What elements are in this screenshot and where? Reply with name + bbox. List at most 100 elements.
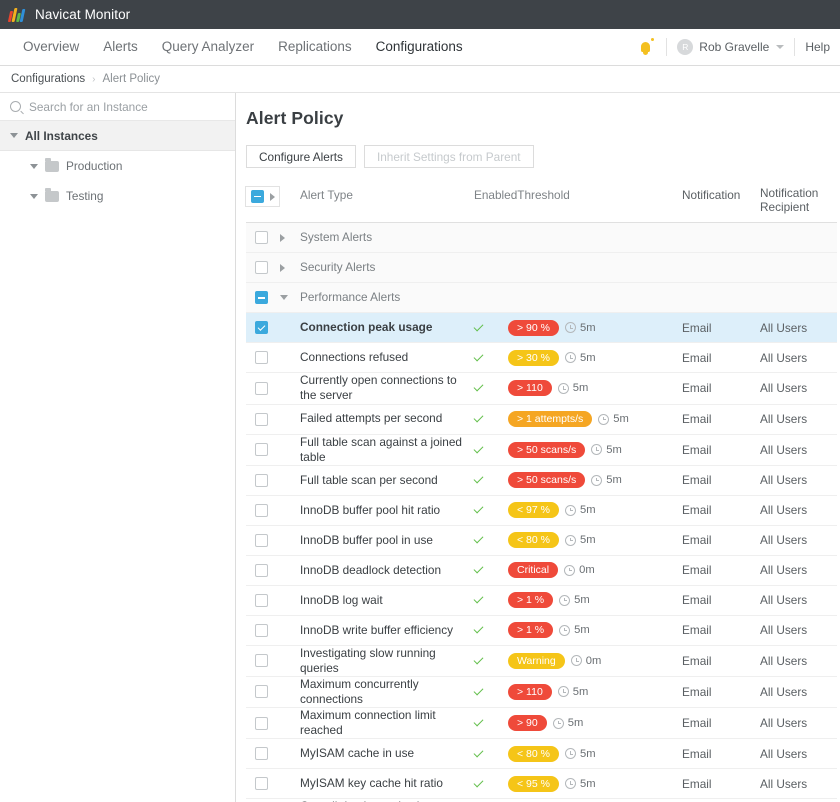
breadcrumb-configurations[interactable]: Configurations <box>11 73 85 85</box>
threshold-badge[interactable]: < 97 % <box>508 502 559 519</box>
table-row[interactable]: MyISAM key cache hit ratio < 95 % 5m Email A… <box>246 769 837 800</box>
table-row[interactable]: Investigating slow running queries Warnin… <box>246 646 837 677</box>
threshold-badge[interactable]: > 110 <box>508 380 552 397</box>
table-row[interactable]: InnoDB log wait > 1 % 5m Email All Users <box>246 586 837 616</box>
nav-right-group: R Rob Gravelle Help <box>634 36 840 58</box>
expand-all-icon[interactable] <box>270 192 275 201</box>
table-row[interactable]: Connection peak usage > 90 % 5m Email All Us… <box>246 313 837 344</box>
column-header-alert-type: Alert Type <box>300 188 353 202</box>
table-row[interactable]: Currently open connections to the server… <box>246 373 837 405</box>
table-group-row-system-alerts[interactable]: System Alerts <box>246 223 837 254</box>
row-checkbox[interactable] <box>255 412 268 426</box>
clock-icon <box>591 444 603 456</box>
row-checkbox[interactable] <box>255 593 268 607</box>
table-row[interactable]: Maximum concurrently connections > 110 5m E… <box>246 677 837 709</box>
threshold-badge[interactable]: Warning <box>508 652 565 669</box>
threshold-badge[interactable]: > 1 % <box>508 592 554 609</box>
notification-recipient-value: All Users <box>760 623 808 638</box>
expand-icon[interactable] <box>280 233 285 242</box>
threshold-badge[interactable]: < 95 % <box>508 775 559 792</box>
notification-value: Email <box>682 563 712 578</box>
chevron-down-icon[interactable] <box>776 45 785 49</box>
notification-recipient-value: All Users <box>760 442 808 457</box>
table-row[interactable]: InnoDB buffer pool in use < 80 % 5m Email Al… <box>246 526 837 556</box>
chevron-down-icon[interactable] <box>30 163 38 169</box>
collapse-icon[interactable] <box>280 295 288 301</box>
row-checkbox[interactable] <box>255 503 268 517</box>
table-row[interactable]: Failed attempts per second > 1 attempts/s… <box>246 405 837 435</box>
chevron-down-icon[interactable] <box>10 133 18 138</box>
row-checkbox[interactable] <box>255 685 268 699</box>
threshold-badge[interactable]: > 1 attempts/s <box>508 411 593 427</box>
bell-icon[interactable] <box>634 36 656 58</box>
alert-type-label: Failed attempts per second <box>300 411 443 426</box>
threshold-badge[interactable]: > 50 scans/s <box>508 472 586 489</box>
table-row[interactable]: Connections refused > 30 % 5m Email All User… <box>246 343 837 374</box>
threshold-badge[interactable]: > 1 % <box>508 622 554 639</box>
notification-value: Email <box>682 320 712 335</box>
row-checkbox[interactable] <box>255 716 268 730</box>
threshold-badge[interactable]: < 80 % <box>508 532 559 549</box>
table-row[interactable]: InnoDB write buffer efficiency > 1 % 5m Ema… <box>246 616 837 646</box>
table-row[interactable]: MyISAM cache in use < 80 % 5m Email All User… <box>246 739 837 770</box>
select-all-control[interactable] <box>245 186 280 207</box>
tab-configure-alerts[interactable]: Configure Alerts <box>246 145 356 168</box>
help-link[interactable]: Help <box>805 40 830 54</box>
alert-type-label: InnoDB write buffer efficiency <box>300 622 454 637</box>
threshold-badge[interactable]: < 80 % <box>508 745 559 762</box>
sidebar-item-testing[interactable]: Testing <box>0 181 235 211</box>
row-checkbox[interactable] <box>255 563 268 577</box>
row-checkbox[interactable] <box>255 533 268 547</box>
row-checkbox[interactable] <box>255 443 268 457</box>
sidebar-item-all-instances[interactable]: All Instances <box>0 121 235 151</box>
row-checkbox[interactable] <box>255 777 268 791</box>
notification-recipient-value: All Users <box>760 653 808 668</box>
table-row[interactable]: Full table scan against a joined table > … <box>246 435 837 466</box>
threshold-badge[interactable]: > 90 % <box>508 319 559 336</box>
threshold-badge[interactable]: Critical <box>508 562 559 579</box>
nav-item-alerts[interactable]: Alerts <box>91 29 150 65</box>
row-checkbox[interactable] <box>255 623 268 637</box>
expand-icon[interactable] <box>280 263 285 272</box>
search-input[interactable] <box>29 99 225 114</box>
row-checkbox[interactable] <box>255 473 268 487</box>
table-row[interactable]: InnoDB deadlock detection Critical 0m Email… <box>246 556 837 586</box>
nav-item-replications[interactable]: Replications <box>266 29 364 65</box>
user-name[interactable]: Rob Gravelle <box>699 40 769 54</box>
sidebar-item-production[interactable]: Production <box>0 151 235 181</box>
nav-item-query-analyzer[interactable]: Query Analyzer <box>150 29 266 65</box>
clock-icon <box>557 382 569 394</box>
group-checkbox[interactable] <box>255 261 268 275</box>
nav-item-configurations[interactable]: Configurations <box>364 29 475 65</box>
threshold-badge[interactable]: > 30 % <box>508 349 559 366</box>
table-group-row-security-alerts[interactable]: Security Alerts <box>246 253 837 284</box>
row-checkbox[interactable] <box>255 381 268 395</box>
row-checkbox[interactable] <box>255 654 268 668</box>
chevron-down-icon[interactable] <box>30 193 38 199</box>
group-checkbox[interactable] <box>255 291 268 305</box>
row-checkbox[interactable] <box>255 351 268 365</box>
notification-value: Email <box>682 776 712 791</box>
enabled-check-icon <box>473 351 484 362</box>
notification-recipient-value: All Users <box>760 503 808 518</box>
clock-icon <box>564 504 576 516</box>
threshold-badge[interactable]: > 50 scans/s <box>508 441 586 458</box>
row-checkbox[interactable] <box>255 747 268 761</box>
table-group-row-performance-alerts[interactable]: Performance Alerts <box>246 283 837 314</box>
threshold-badge[interactable]: > 90 <box>508 715 547 732</box>
select-all-checkbox[interactable] <box>251 190 264 203</box>
enabled-check-icon <box>473 654 484 665</box>
table-header: Alert Type EnabledThreshold Notification… <box>245 186 837 224</box>
table-row[interactable]: Maximum connection limit reached > 90 5m Em… <box>246 708 837 740</box>
group-checkbox[interactable] <box>255 231 268 245</box>
table-row[interactable]: InnoDB buffer pool hit ratio < 97 % 5m Emai… <box>246 496 837 526</box>
main-panel: Alert Policy Configure Alerts Inherit Se… <box>236 93 840 802</box>
row-checkbox[interactable] <box>255 321 268 335</box>
table-row[interactable]: Full table scan per second > 50 scans/s 5m… <box>246 466 837 496</box>
navicat-logo-icon <box>7 6 27 24</box>
notification-value: Email <box>682 653 712 668</box>
threshold-badge[interactable]: > 110 <box>508 683 552 700</box>
sidebar-item-label: Production <box>66 159 123 173</box>
notification-value: Email <box>682 412 712 426</box>
nav-item-overview[interactable]: Overview <box>11 29 91 65</box>
